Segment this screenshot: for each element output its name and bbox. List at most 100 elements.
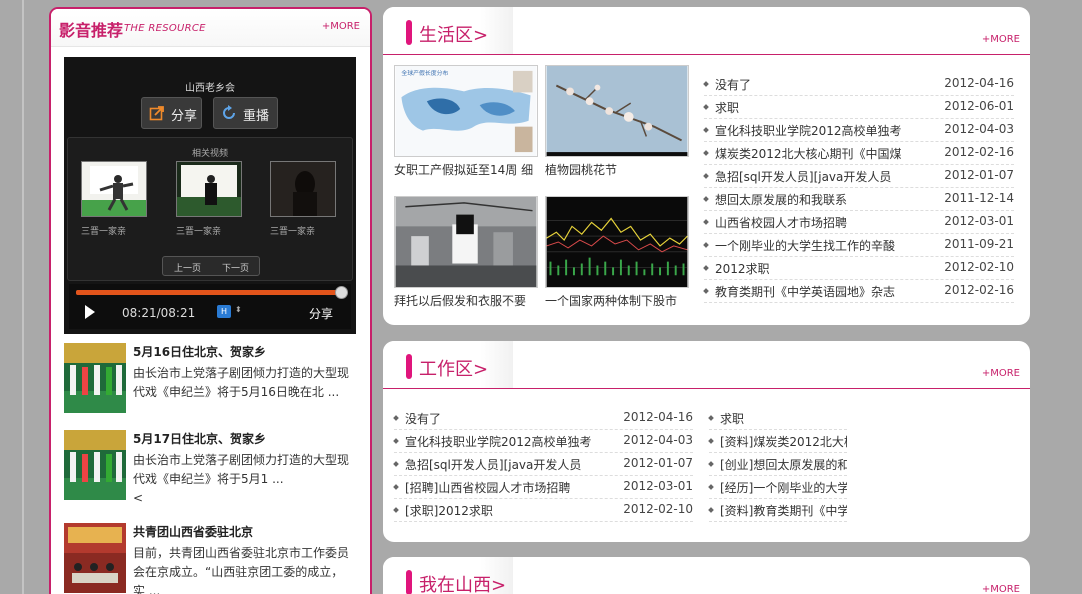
list-item[interactable]: 求职: [708, 407, 847, 430]
list-item[interactable]: 煤炭类2012北大核心期刊《中国煤 2012-02-16: [703, 142, 1014, 165]
progress-knob[interactable]: [335, 286, 348, 299]
life-photo-caption[interactable]: 一个国家两种体制下股市: [545, 292, 677, 309]
life-photo[interactable]: 全球产假长度分布: [394, 65, 538, 157]
list-item-title[interactable]: [招聘]山西省校园人才市场招聘: [405, 479, 625, 496]
list-item[interactable]: 求职 2012-06-01: [703, 96, 1014, 119]
page-background-stripe: [22, 0, 24, 594]
related-video-label[interactable]: 三晋一家亲: [176, 224, 221, 237]
list-item-title[interactable]: [求职]2012求职: [405, 502, 625, 519]
list-item-title[interactable]: [资料]教育类期刊《中学英: [720, 502, 847, 519]
life-section-title[interactable]: 生活区>: [419, 21, 488, 47]
list-item[interactable]: 宣化科技职业学院2012高校单独考 2012-04-03: [703, 119, 1014, 142]
shanxi-section-title[interactable]: 我在山西>: [419, 571, 506, 594]
work-more-link[interactable]: +MORE: [982, 368, 1020, 379]
work-section-title[interactable]: 工作区>: [419, 355, 488, 381]
list-item-date: 2012-04-03: [944, 122, 1014, 136]
list-item[interactable]: 教育类期刊《中学英语园地》杂志 2012-02-16: [703, 280, 1014, 303]
bullet-icon: [708, 484, 714, 490]
list-item-title[interactable]: 2012求职: [715, 260, 940, 277]
life-photo-caption[interactable]: 女职工产假拟延至14周 细: [394, 161, 533, 178]
list-item[interactable]: 山西省校园人才市场招聘 2012-03-01: [703, 211, 1014, 234]
list-item-title[interactable]: 一个刚毕业的大学生找工作的辛酸: [715, 237, 940, 254]
bullet-icon: [393, 415, 399, 421]
list-item[interactable]: 想回太原发展的和我联系 2011-12-14: [703, 188, 1014, 211]
progress-bar[interactable]: [76, 286, 348, 299]
list-item-title[interactable]: 宣化科技职业学院2012高校单独考: [715, 122, 940, 139]
related-video-label[interactable]: 三晋一家亲: [270, 224, 315, 237]
list-item-title[interactable]: 没有了: [405, 410, 625, 427]
play-icon[interactable]: [85, 305, 95, 319]
replay-button[interactable]: 重播: [213, 97, 278, 129]
share-button[interactable]: 分享: [141, 97, 202, 129]
related-pager: 上一页 下一页: [162, 256, 260, 276]
list-item[interactable]: [创业]想回太原发展的和我: [708, 453, 847, 476]
bullet-icon: [703, 265, 709, 271]
news-title[interactable]: 5月17日住北京、贺家乡: [133, 430, 266, 447]
list-item-title[interactable]: 求职: [720, 410, 847, 427]
life-section-header: 生活区> +MORE: [383, 7, 1030, 55]
list-item[interactable]: [资料]煤炭类2012北大核: [708, 430, 847, 453]
shanxi-more-link[interactable]: +MORE: [982, 584, 1020, 594]
list-item[interactable]: 宣化科技职业学院2012高校单独考 2012-04-03: [393, 430, 693, 453]
life-photo-caption[interactable]: 拜托以后假发和衣服不要: [394, 292, 526, 309]
related-video-label[interactable]: 三晋一家亲: [81, 224, 126, 237]
life-photo[interactable]: [545, 196, 689, 288]
hd-quality-icon[interactable]: H: [217, 305, 231, 318]
list-item-title[interactable]: 山西省校园人才市场招聘: [715, 214, 940, 231]
list-item-title[interactable]: [经历]一个刚毕业的大学生: [720, 479, 847, 496]
related-video-thumb[interactable]: [176, 161, 242, 217]
list-item[interactable]: 一个刚毕业的大学生找工作的辛酸 2011-09-21: [703, 234, 1014, 257]
news-desc: 由长治市上党落子剧团倾力打造的大型现代戏《申纪兰》将于5月1 ... <: [133, 453, 350, 505]
news-title[interactable]: 共青团山西省委驻北京: [133, 523, 253, 540]
list-item-title[interactable]: 教育类期刊《中学英语园地》杂志: [715, 283, 940, 300]
list-item[interactable]: [资料]教育类期刊《中学英: [708, 499, 847, 522]
life-photo[interactable]: [394, 196, 538, 288]
list-item[interactable]: [求职]2012求职 2012-02-10: [393, 499, 693, 522]
news-image: [64, 343, 126, 413]
list-item-title[interactable]: 急招[sql开发人员][java开发人员: [405, 456, 625, 473]
resource-panel-title: 影音推荐: [59, 21, 124, 40]
list-item-date: 2012-02-16: [944, 283, 1014, 297]
list-item-title[interactable]: 煤炭类2012北大核心期刊《中国煤: [715, 145, 940, 162]
list-item[interactable]: 没有了 2012-04-16: [703, 73, 1014, 96]
list-item-date: 2012-06-01: [944, 99, 1014, 113]
work-section: 工作区> +MORE 没有了 2012-04-16 宣化科技职业学院2012高校单独…: [383, 341, 1030, 542]
bullet-icon: [393, 507, 399, 513]
life-more-link[interactable]: +MORE: [982, 34, 1020, 45]
resource-more-link[interactable]: +MORE: [322, 21, 360, 32]
quality-arrows-icon[interactable]: ⬍: [235, 305, 242, 314]
news-title[interactable]: 5月16日住北京、贺家乡: [133, 343, 266, 360]
list-item[interactable]: [招聘]山西省校园人才市场招聘 2012-03-01: [393, 476, 693, 499]
related-video-thumb[interactable]: [81, 161, 147, 217]
related-video-thumb[interactable]: [270, 161, 336, 217]
list-item-title[interactable]: 想回太原发展的和我联系: [715, 191, 940, 208]
life-photo[interactable]: [545, 65, 689, 157]
replay-button-label: 重播: [243, 109, 270, 124]
related-videos-title: 相关视频: [191, 149, 228, 159]
list-item-title[interactable]: 没有了: [715, 76, 940, 93]
list-item[interactable]: 急招[sql开发人员][java开发人员 2012-01-07: [393, 453, 693, 476]
bullet-icon: [393, 484, 399, 490]
share-icon: [149, 106, 164, 121]
list-item-date: 2011-09-21: [944, 237, 1014, 251]
list-item-title[interactable]: [创业]想回太原发展的和我: [720, 456, 847, 473]
next-page-link[interactable]: 下一页: [222, 261, 249, 274]
news-image: [64, 523, 126, 593]
share-control[interactable]: 分享: [309, 305, 333, 322]
list-item-date: 2012-04-16: [944, 76, 1014, 90]
list-item[interactable]: 急招[sql开发人员][java开发人员 2012-01-07: [703, 165, 1014, 188]
list-item-title[interactable]: [资料]煤炭类2012北大核: [720, 433, 847, 450]
list-item-title[interactable]: 求职: [715, 99, 940, 116]
bullet-icon: [703, 81, 709, 87]
list-item-title[interactable]: 宣化科技职业学院2012高校单独考: [405, 433, 625, 450]
bullet-icon: [708, 415, 714, 421]
bullet-icon: [703, 104, 709, 110]
prev-page-link[interactable]: 上一页: [174, 261, 201, 274]
list-item-title[interactable]: 急招[sql开发人员][java开发人员: [715, 168, 940, 185]
list-item[interactable]: 2012求职 2012-02-10: [703, 257, 1014, 280]
bullet-icon: [393, 438, 399, 444]
list-item[interactable]: 没有了 2012-04-16: [393, 407, 693, 430]
list-item[interactable]: [经历]一个刚毕业的大学生: [708, 476, 847, 499]
life-photo-caption[interactable]: 植物园桃花节: [545, 161, 617, 178]
list-item-date: 2012-02-10: [623, 502, 693, 516]
